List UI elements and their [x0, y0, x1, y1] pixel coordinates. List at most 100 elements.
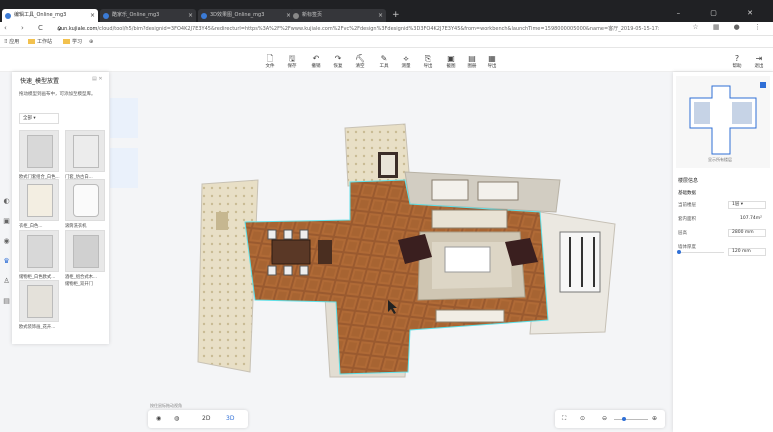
model-thumbnail[interactable]	[65, 179, 105, 221]
minimap[interactable]	[676, 76, 770, 168]
close-tab-icon[interactable]: ×	[188, 9, 193, 22]
site-favicon-icon	[293, 13, 299, 19]
category-strip	[110, 148, 138, 188]
rail-user-icon[interactable]: ♙	[2, 277, 11, 286]
focus-icon[interactable]: ⊙	[580, 415, 585, 422]
url-host: yun.kujiale.com	[58, 26, 98, 32]
bookmark-apps[interactable]: ⠿ 应用	[4, 38, 19, 46]
rail-library-icon[interactable]: ▤	[2, 297, 11, 306]
model-image	[27, 135, 53, 168]
tv-console	[435, 309, 505, 323]
browser-action-icons[interactable]: ☆ ▦ ● ⋮	[692, 23, 767, 31]
category-filter-select[interactable]: 全部 ▾	[19, 113, 59, 124]
close-tab-icon[interactable]: ×	[378, 9, 383, 22]
model-image	[27, 184, 53, 217]
redo-icon: ↷	[334, 54, 342, 63]
tab-label: 编辑工具_Online_mg3	[14, 12, 67, 18]
model-image	[73, 235, 99, 268]
toolbar-help-button[interactable]: ? 帮助	[729, 54, 745, 69]
grid-icon: ▦	[488, 54, 496, 63]
view-2d-button[interactable]: 2D	[202, 415, 210, 422]
thickness-slider[interactable]	[678, 252, 724, 253]
view-hint: 按住鼠标拖动视角	[150, 403, 182, 408]
site-favicon-icon	[103, 13, 109, 19]
zoom-slider-handle[interactable]	[622, 417, 626, 421]
browser-tab-1[interactable]: 编辑工具_Online_mg3 ×	[2, 9, 98, 22]
rail-render-icon[interactable]: ◉	[2, 237, 11, 246]
tab-label: 新标签页	[302, 12, 323, 18]
property-label: 当前楼层	[678, 203, 696, 208]
zoom-in-icon[interactable]: ⊕	[652, 415, 657, 422]
close-tab-icon[interactable]: ×	[90, 9, 95, 22]
url-path: /cloud/tool/h5/bim?designid=3FO4K2J7E3Y4…	[97, 26, 660, 32]
clear-icon: ⛏	[354, 54, 366, 63]
folder-icon	[28, 39, 35, 44]
height-input[interactable]: 2800 mm	[728, 229, 766, 237]
eye-icon[interactable]: ◉	[156, 415, 161, 422]
wall-cabinet	[477, 181, 519, 201]
toolbar-clear-button[interactable]: ⛏ 清空	[352, 54, 368, 69]
zoom-out-icon[interactable]: ⊖	[602, 415, 607, 422]
fullscreen-icon[interactable]: ⛶	[562, 415, 566, 423]
toolbar-measure-button[interactable]: ⟡ 测量	[398, 54, 414, 69]
bookmark-folder-2[interactable]: 学习	[63, 38, 82, 46]
new-tab-button[interactable]: +	[392, 9, 400, 21]
toolbar-export2-button[interactable]: ▦ 导出	[484, 54, 500, 69]
window-controls[interactable]: – ▢ ✕	[677, 9, 767, 17]
walk-icon[interactable]: ◍	[174, 415, 179, 422]
door-panel	[381, 155, 395, 175]
browser-tab-2[interactable]: 酷家乐_Online_mg3 ×	[100, 9, 196, 22]
toolbar-tools-button[interactable]: ✎ 工具	[376, 54, 392, 69]
model-image	[27, 285, 53, 318]
property-label: 套内面积	[678, 217, 696, 222]
toolbar-save-button[interactable]: 🖫 保存	[284, 54, 300, 69]
property-label: 墙体厚度	[678, 245, 696, 250]
toolbar-exit-button[interactable]: ⇥ 退出	[751, 54, 767, 69]
bookmarks-bar	[0, 36, 773, 48]
apps-grid-icon: ⠿	[4, 39, 8, 45]
browser-tab-bar: 编辑工具_Online_mg3 × 酷家乐_Online_mg3 × 3D效果图_O…	[0, 0, 773, 22]
toolbar-export-button[interactable]: ⎘ 导出	[420, 54, 436, 69]
file-icon: 🗋	[266, 54, 274, 63]
toolbar-redo-button[interactable]: ↷ 恢复	[330, 54, 346, 69]
top-wall	[344, 123, 411, 187]
bookmark-extra-icon[interactable]: ⊕	[89, 38, 93, 46]
category-strip	[110, 98, 138, 138]
site-favicon-icon	[5, 13, 11, 19]
model-label: 欧式装饰画_花卉...	[19, 325, 56, 330]
zoom-bar	[555, 410, 665, 428]
subsection-title: 基础数据	[678, 191, 696, 196]
model-thumbnail[interactable]	[19, 179, 59, 221]
wall-painting	[216, 212, 228, 230]
exit-icon: ⇥	[755, 54, 763, 63]
toolbar-screenshot-button[interactable]: ▣ 截图	[443, 54, 459, 69]
rail-material-icon[interactable]: ◐	[2, 197, 11, 206]
model-thumbnail[interactable]	[19, 230, 59, 272]
model-thumbnail[interactable]	[19, 130, 59, 172]
toolbar-undo-button[interactable]: ↶ 撤销	[308, 54, 324, 69]
model-thumbnail[interactable]	[65, 230, 105, 272]
toolbar-file-button[interactable]: 🗋 文件	[262, 54, 278, 69]
model-image	[73, 184, 99, 217]
rail-premium-icon[interactable]: ♛	[2, 257, 11, 266]
view-3d-button[interactable]: 3D	[226, 415, 234, 422]
browser-tab-3[interactable]: 3D效果图_Online_mg3 ×	[198, 9, 294, 22]
toolbar-album-button[interactable]: ▤ 图册	[464, 54, 480, 69]
sofa	[431, 209, 508, 229]
browser-tab-4[interactable]: 新标签页 ×	[290, 9, 386, 22]
tab-label: 酷家乐_Online_mg3	[112, 12, 160, 18]
model-label: 滚筒洗衣机	[65, 224, 87, 229]
url-field[interactable]: yun.kujiale.com/cloud/tool/h5/bim?design…	[58, 24, 698, 34]
minimap-label[interactable]: 显示所有楼层	[708, 157, 732, 163]
model-thumbnail[interactable]	[19, 280, 59, 322]
slider-handle[interactable]	[677, 250, 681, 254]
bookmark-folder-1[interactable]: 工作站	[28, 38, 52, 46]
panel-controls[interactable]: ▤ ✕	[92, 76, 103, 82]
section-title: 楼层信息	[678, 178, 699, 184]
floor-select[interactable]: 1层 ▾	[728, 201, 766, 209]
model-thumbnail[interactable]	[65, 130, 105, 172]
rail-model-icon[interactable]: ▣	[2, 217, 11, 226]
zoom-slider[interactable]	[614, 419, 648, 420]
wall-thickness-input[interactable]: 120 mm	[728, 248, 766, 256]
model-label: 衣柜_白色...	[19, 224, 43, 229]
